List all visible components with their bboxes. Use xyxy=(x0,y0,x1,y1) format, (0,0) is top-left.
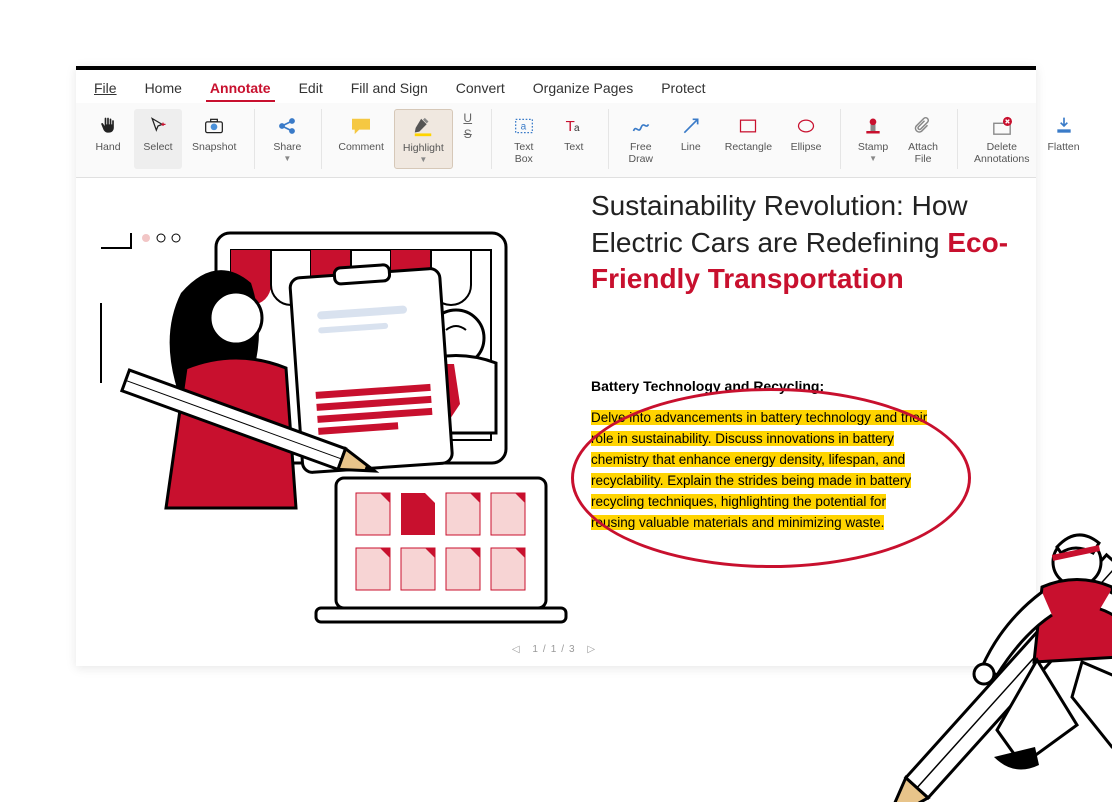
menu-fill-sign[interactable]: Fill and Sign xyxy=(347,78,432,98)
tool-select[interactable]: Select xyxy=(134,109,182,169)
ellipse-icon xyxy=(796,113,816,139)
chevron-down-icon: ▼ xyxy=(869,154,877,163)
rectangle-icon xyxy=(738,113,758,139)
menu-organize[interactable]: Organize Pages xyxy=(529,78,637,98)
tool-snapshot[interactable]: Snapshot xyxy=(184,109,244,169)
toolbar: Hand Select Snapshot Share ▼ Comment xyxy=(76,103,1036,178)
menu-protect[interactable]: Protect xyxy=(657,78,709,98)
comment-label: Comment xyxy=(338,141,384,153)
tool-ellipse[interactable]: Ellipse xyxy=(782,109,830,169)
menu-edit[interactable]: Edit xyxy=(295,78,327,98)
hand-icon xyxy=(98,113,118,139)
toolgroup-select: Hand Select Snapshot xyxy=(84,109,255,169)
tool-line[interactable]: Line xyxy=(667,109,715,169)
rect-label: Rectangle xyxy=(725,141,772,153)
delete-label: Delete Annotations xyxy=(974,141,1029,165)
svg-text:a: a xyxy=(520,121,526,132)
delete-annotation-icon xyxy=(991,113,1013,139)
toolgroup-markup: Comment Highlight ▼ U S xyxy=(330,109,491,169)
toolgroup-text: a Text Box Ta Text xyxy=(500,109,609,169)
paperclip-icon xyxy=(914,113,932,139)
toolgroup-share: Share ▼ xyxy=(263,109,322,169)
document-body[interactable]: Delve into advancements in battery techn… xyxy=(591,408,931,534)
menu-home[interactable]: Home xyxy=(141,78,186,98)
share-label: Share xyxy=(273,141,301,153)
attach-label: Attach File xyxy=(908,141,938,165)
select-label: Select xyxy=(143,141,172,153)
camera-icon xyxy=(204,113,224,139)
comment-icon xyxy=(350,113,372,139)
ellipse-label: Ellipse xyxy=(791,141,822,153)
chevron-down-icon: ▼ xyxy=(283,154,291,163)
hand-label: Hand xyxy=(95,141,120,153)
tool-delete[interactable]: Delete Annotations xyxy=(966,109,1037,169)
flatten-icon xyxy=(1054,113,1074,139)
highlighter-icon xyxy=(412,114,434,140)
toolgroup-attach: Stamp ▼ Attach File xyxy=(849,109,958,169)
toolgroup-shapes: Free Draw Line Rectangle Ellipse xyxy=(617,109,841,169)
tool-attach[interactable]: Attach File xyxy=(899,109,947,169)
freedraw-label: Free Draw xyxy=(628,141,653,165)
page-navigator[interactable]: ◁ 1/1/3 ▷ xyxy=(512,644,600,655)
document-subheading: Battery Technology and Recycling: xyxy=(591,378,824,394)
menu-file[interactable]: File xyxy=(90,78,121,98)
share-icon xyxy=(277,113,297,139)
tool-comment[interactable]: Comment xyxy=(330,109,392,169)
tool-highlight[interactable]: Highlight ▼ xyxy=(394,109,453,169)
document-title: Sustainability Revolution: How Electric … xyxy=(591,188,1011,297)
textbox-label: Text Box xyxy=(514,141,533,165)
toolgroup-manage: Delete Annotations Flatten xyxy=(966,109,1098,169)
tool-stamp[interactable]: Stamp ▼ xyxy=(849,109,897,169)
highlighted-text: Delve into advancements in battery techn… xyxy=(591,410,927,530)
line-arrow-icon xyxy=(681,113,701,139)
menu-annotate[interactable]: Annotate xyxy=(206,78,275,98)
snapshot-label: Snapshot xyxy=(192,141,236,153)
line-label: Line xyxy=(681,141,701,153)
text-icon: Ta xyxy=(564,113,584,139)
underline-strike-icon: U S xyxy=(463,113,472,139)
tool-hand[interactable]: Hand xyxy=(84,109,132,169)
cursor-icon xyxy=(148,113,168,139)
svg-text:a: a xyxy=(574,123,580,134)
title-plain: Sustainability Revolution: How Electric … xyxy=(591,190,968,257)
illustration-left xyxy=(86,178,586,628)
highlight-label: Highlight xyxy=(403,142,444,154)
flatten-label: Flatten xyxy=(1048,141,1080,153)
textbox-icon: a xyxy=(514,113,534,139)
illustration-right xyxy=(882,492,1112,802)
tool-textbox[interactable]: a Text Box xyxy=(500,109,548,169)
menu-convert[interactable]: Convert xyxy=(452,78,509,98)
stamp-label: Stamp xyxy=(858,141,888,153)
menubar: File Home Annotate Edit Fill and Sign Co… xyxy=(76,70,1036,103)
tool-rectangle[interactable]: Rectangle xyxy=(717,109,780,169)
tool-share[interactable]: Share ▼ xyxy=(263,109,311,169)
tool-flatten[interactable]: Flatten xyxy=(1040,109,1088,169)
stamp-icon xyxy=(863,113,883,139)
tool-format-group[interactable]: U S xyxy=(455,109,481,169)
chevron-down-icon: ▼ xyxy=(419,155,427,164)
text-label: Text xyxy=(564,141,583,153)
tool-freedraw[interactable]: Free Draw xyxy=(617,109,665,169)
freedraw-icon xyxy=(631,113,651,139)
tool-text[interactable]: Ta Text xyxy=(550,109,598,169)
